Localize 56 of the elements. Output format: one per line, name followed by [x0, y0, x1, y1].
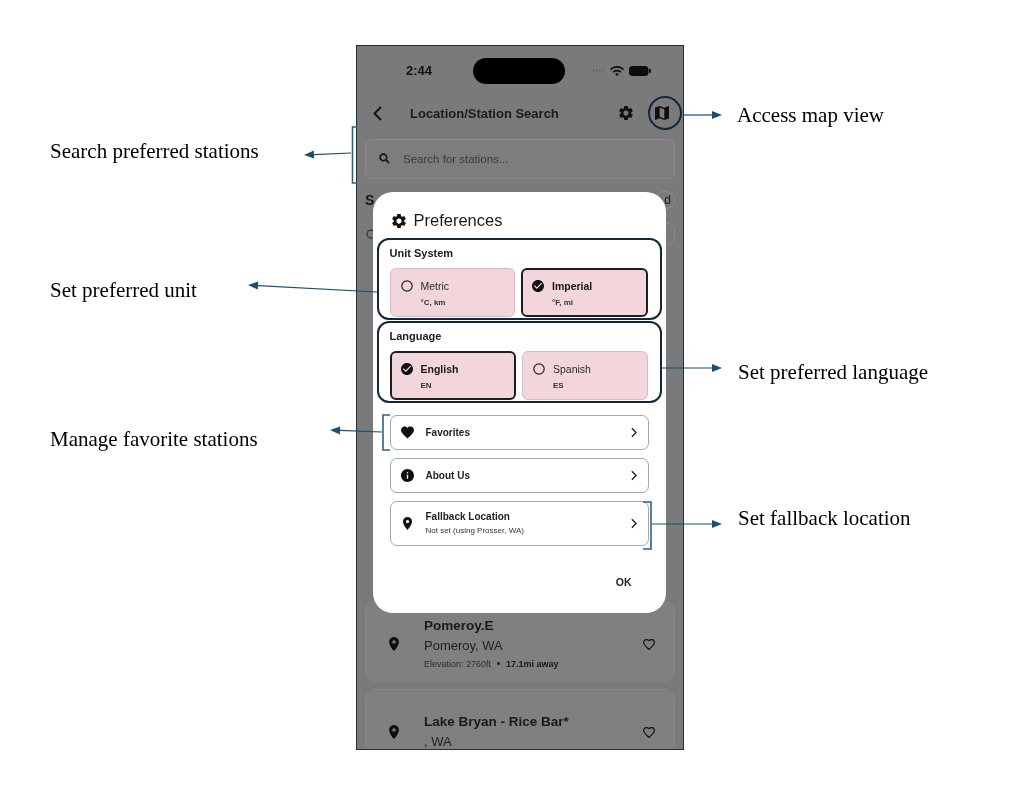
arrow	[304, 150, 352, 159]
menu-item[interactable]: Fallback Location Not set (using Prosser, WA)	[389, 500, 649, 546]
ok-button[interactable]: OK	[611, 572, 636, 591]
menu-item[interactable]: About Us	[389, 457, 649, 493]
arrow	[682, 111, 722, 119]
station-name: Lake Bryan - Rice Bar*	[424, 713, 570, 730]
option-card[interactable]: Metric °C, km	[389, 267, 515, 317]
annotation-label: Set preferred unit	[50, 278, 197, 302]
heart-icon[interactable]	[643, 638, 655, 650]
station-location: Pomeroy, WA	[424, 636, 504, 655]
info-icon	[400, 468, 414, 482]
dialog-title: Preferences	[413, 211, 503, 230]
chevron-right-icon	[630, 517, 637, 529]
arrow	[661, 364, 722, 372]
heart-icon[interactable]	[643, 726, 655, 738]
search-field[interactable]: Search for stations...	[365, 139, 675, 179]
heart-icon	[400, 425, 414, 439]
separator-dot-icon	[497, 662, 501, 665]
settings-icon	[391, 213, 406, 228]
option-card[interactable]: Spanish ES	[522, 350, 648, 400]
annotation-label: Access map view	[737, 103, 884, 127]
annotation-label: Set preferred language	[738, 360, 929, 384]
section-heading: S	[365, 192, 375, 208]
radio-icon	[400, 279, 413, 292]
section-heading: Unit System	[389, 245, 455, 260]
station-name: Pomeroy.E	[424, 617, 495, 634]
wifi-icon	[609, 65, 624, 76]
chevron-right-icon	[630, 469, 637, 481]
back-chevron-icon[interactable]	[373, 105, 382, 121]
station-distance: 17.1mi away	[506, 658, 559, 669]
option-card[interactable]: English EN	[389, 350, 516, 400]
arrow	[330, 426, 383, 435]
pin-icon	[389, 725, 399, 739]
screen-title: Location/Station Search	[410, 105, 560, 121]
menu-item[interactable]: Favorites	[389, 414, 649, 450]
bracket	[382, 414, 391, 451]
annotation-label: Search preferred stations	[50, 139, 259, 163]
bracket	[642, 501, 652, 550]
battery-icon	[628, 65, 651, 76]
chevron-right-icon	[630, 426, 637, 438]
status-time: 2:44	[406, 63, 432, 78]
station-card[interactable]: Lake Bryan - Rice Bar* , WA	[365, 689, 675, 749]
map-icon[interactable]	[655, 106, 669, 120]
option-card[interactable]: Imperial °F, mi	[521, 267, 648, 317]
station-elevation: Elevation: 2760ft	[424, 658, 492, 669]
annotation-label: Set fallback location	[738, 506, 911, 530]
section-heading: Language	[389, 328, 443, 343]
pin-icon	[400, 516, 414, 530]
radio-icon	[533, 362, 545, 375]
arrow	[651, 520, 722, 528]
search-icon	[379, 153, 390, 164]
station-location: , WA	[424, 732, 453, 749]
pin-icon	[389, 637, 399, 651]
annotation-label: Manage favorite stations	[50, 427, 258, 451]
bracket	[351, 126, 358, 184]
settings-icon[interactable]	[619, 106, 633, 120]
